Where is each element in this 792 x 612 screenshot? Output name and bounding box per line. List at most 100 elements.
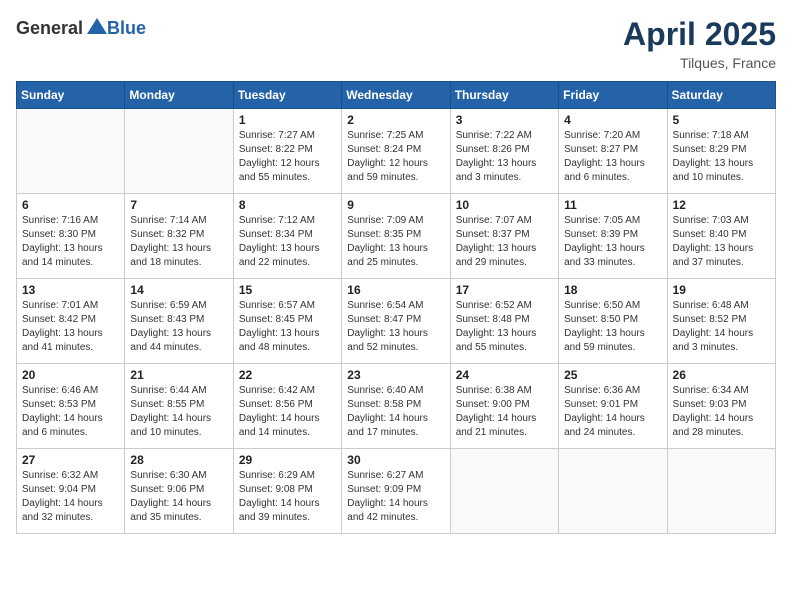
day-info: Sunrise: 6:48 AM Sunset: 8:52 PM Dayligh…: [673, 299, 770, 355]
day-info: Sunrise: 6:59 AM Sunset: 8:43 PM Dayligh…: [130, 299, 227, 355]
day-info: Sunrise: 6:54 AM Sunset: 8:47 PM Dayligh…: [347, 299, 444, 355]
day-info: Sunrise: 6:52 AM Sunset: 8:48 PM Dayligh…: [456, 299, 553, 355]
calendar-cell: 21 Sunrise: 6:44 AM Sunset: 8:55 PM Dayli…: [125, 364, 233, 449]
day-number: 4: [564, 113, 661, 127]
weekday-header-thursday: Thursday: [450, 82, 558, 109]
weekday-header-tuesday: Tuesday: [233, 82, 341, 109]
day-number: 10: [456, 198, 553, 212]
day-number: 7: [130, 198, 227, 212]
day-info: Sunrise: 6:36 AM Sunset: 9:01 PM Dayligh…: [564, 384, 661, 440]
weekday-header-wednesday: Wednesday: [342, 82, 450, 109]
day-info: Sunrise: 6:42 AM Sunset: 8:56 PM Dayligh…: [239, 384, 336, 440]
calendar-cell: 22 Sunrise: 6:42 AM Sunset: 8:56 PM Dayli…: [233, 364, 341, 449]
day-info: Sunrise: 6:27 AM Sunset: 9:09 PM Dayligh…: [347, 469, 444, 525]
calendar-cell: 18Sunrise: 6:50 AM Sunset: 8:50 PM Dayli…: [559, 279, 667, 364]
day-number: 14: [130, 283, 227, 297]
day-number: 1: [239, 113, 336, 127]
weekday-header-friday: Friday: [559, 82, 667, 109]
weekday-header-monday: Monday: [125, 82, 233, 109]
calendar-cell: 2 Sunrise: 7:25 AM Sunset: 8:24 PM Daylig…: [342, 109, 450, 194]
calendar-cell: 20 Sunrise: 6:46 AM Sunset: 8:53 PM Dayli…: [17, 364, 125, 449]
day-number: 29: [239, 453, 336, 467]
day-info: Sunrise: 7:01 AM Sunset: 8:42 PM Dayligh…: [22, 299, 119, 355]
calendar-cell: [125, 109, 233, 194]
day-info: Sunrise: 7:09 AM Sunset: 8:35 PM Dayligh…: [347, 214, 444, 270]
calendar-cell: 27 Sunrise: 6:32 AM Sunset: 9:04 PM Dayli…: [17, 449, 125, 534]
day-number: 23: [347, 368, 444, 382]
day-info: Sunrise: 7:14 AM Sunset: 8:32 PM Dayligh…: [130, 214, 227, 270]
calendar-cell: 29 Sunrise: 6:29 AM Sunset: 9:08 PM Dayli…: [233, 449, 341, 534]
day-info: Sunrise: 6:46 AM Sunset: 8:53 PM Dayligh…: [22, 384, 119, 440]
calendar-cell: 9 Sunrise: 7:09 AM Sunset: 8:35 PM Daylig…: [342, 194, 450, 279]
calendar-cell: 11 Sunrise: 7:05 AM Sunset: 8:39 PM Dayli…: [559, 194, 667, 279]
calendar-cell: 26Sunrise: 6:34 AM Sunset: 9:03 PM Dayli…: [667, 364, 775, 449]
location-title: Tilques, France: [623, 55, 776, 71]
day-number: 28: [130, 453, 227, 467]
day-info: Sunrise: 6:44 AM Sunset: 8:55 PM Dayligh…: [130, 384, 227, 440]
day-number: 8: [239, 198, 336, 212]
page-header: General Blue April 2025 Tilques, France: [16, 16, 776, 71]
calendar-cell: 30 Sunrise: 6:27 AM Sunset: 9:09 PM Dayli…: [342, 449, 450, 534]
calendar-cell: 3Sunrise: 7:22 AM Sunset: 8:26 PM Daylig…: [450, 109, 558, 194]
calendar-cell: 6 Sunrise: 7:16 AM Sunset: 8:30 PM Daylig…: [17, 194, 125, 279]
logo: General Blue: [16, 16, 146, 40]
day-info: Sunrise: 7:25 AM Sunset: 8:24 PM Dayligh…: [347, 129, 444, 185]
weekday-header-sunday: Sunday: [17, 82, 125, 109]
day-number: 25: [564, 368, 661, 382]
day-number: 11: [564, 198, 661, 212]
calendar-cell: 10 Sunrise: 7:07 AM Sunset: 8:37 PM Dayli…: [450, 194, 558, 279]
day-info: Sunrise: 6:32 AM Sunset: 9:04 PM Dayligh…: [22, 469, 119, 525]
calendar-cell: 14 Sunrise: 6:59 AM Sunset: 8:43 PM Dayli…: [125, 279, 233, 364]
day-number: 26: [673, 368, 770, 382]
day-number: 20: [22, 368, 119, 382]
calendar-cell: 7 Sunrise: 7:14 AM Sunset: 8:32 PM Daylig…: [125, 194, 233, 279]
day-number: 5: [673, 113, 770, 127]
day-info: Sunrise: 6:30 AM Sunset: 9:06 PM Dayligh…: [130, 469, 227, 525]
calendar-cell: 4 Sunrise: 7:20 AM Sunset: 8:27 PM Daylig…: [559, 109, 667, 194]
day-number: 6: [22, 198, 119, 212]
calendar-cell: 16 Sunrise: 6:54 AM Sunset: 8:47 PM Dayli…: [342, 279, 450, 364]
day-info: Sunrise: 7:07 AM Sunset: 8:37 PM Dayligh…: [456, 214, 553, 270]
calendar-cell: 19Sunrise: 6:48 AM Sunset: 8:52 PM Dayli…: [667, 279, 775, 364]
day-number: 22: [239, 368, 336, 382]
day-number: 13: [22, 283, 119, 297]
day-number: 24: [456, 368, 553, 382]
calendar-cell: 1Sunrise: 7:27 AM Sunset: 8:22 PM Daylig…: [233, 109, 341, 194]
calendar-cell: 24 Sunrise: 6:38 AM Sunset: 9:00 PM Dayli…: [450, 364, 558, 449]
logo-icon: [85, 16, 109, 40]
day-number: 27: [22, 453, 119, 467]
day-number: 9: [347, 198, 444, 212]
day-number: 16: [347, 283, 444, 297]
calendar-cell: 15Sunrise: 6:57 AM Sunset: 8:45 PM Dayli…: [233, 279, 341, 364]
title-area: April 2025 Tilques, France: [623, 16, 776, 71]
calendar-cell: 28 Sunrise: 6:30 AM Sunset: 9:06 PM Dayli…: [125, 449, 233, 534]
calendar-cell: [667, 449, 775, 534]
day-number: 17: [456, 283, 553, 297]
calendar-cell: 23 Sunrise: 6:40 AM Sunset: 8:58 PM Dayli…: [342, 364, 450, 449]
day-number: 30: [347, 453, 444, 467]
day-info: Sunrise: 7:20 AM Sunset: 8:27 PM Dayligh…: [564, 129, 661, 185]
calendar-table: SundayMondayTuesdayWednesdayThursdayFrid…: [16, 81, 776, 534]
day-info: Sunrise: 7:12 AM Sunset: 8:34 PM Dayligh…: [239, 214, 336, 270]
day-info: Sunrise: 6:40 AM Sunset: 8:58 PM Dayligh…: [347, 384, 444, 440]
calendar-cell: [450, 449, 558, 534]
calendar-cell: 17 Sunrise: 6:52 AM Sunset: 8:48 PM Dayli…: [450, 279, 558, 364]
day-number: 3: [456, 113, 553, 127]
month-title: April 2025: [623, 16, 776, 53]
calendar-cell: 12Sunrise: 7:03 AM Sunset: 8:40 PM Dayli…: [667, 194, 775, 279]
calendar-cell: 5Sunrise: 7:18 AM Sunset: 8:29 PM Daylig…: [667, 109, 775, 194]
day-info: Sunrise: 6:57 AM Sunset: 8:45 PM Dayligh…: [239, 299, 336, 355]
day-number: 21: [130, 368, 227, 382]
calendar-cell: 25 Sunrise: 6:36 AM Sunset: 9:01 PM Dayli…: [559, 364, 667, 449]
day-info: Sunrise: 7:16 AM Sunset: 8:30 PM Dayligh…: [22, 214, 119, 270]
calendar-cell: 13 Sunrise: 7:01 AM Sunset: 8:42 PM Dayli…: [17, 279, 125, 364]
day-number: 2: [347, 113, 444, 127]
day-info: Sunrise: 6:50 AM Sunset: 8:50 PM Dayligh…: [564, 299, 661, 355]
day-info: Sunrise: 6:38 AM Sunset: 9:00 PM Dayligh…: [456, 384, 553, 440]
logo-blue: Blue: [107, 18, 146, 39]
calendar-cell: 8 Sunrise: 7:12 AM Sunset: 8:34 PM Daylig…: [233, 194, 341, 279]
calendar-cell: [559, 449, 667, 534]
day-info: Sunrise: 7:03 AM Sunset: 8:40 PM Dayligh…: [673, 214, 770, 270]
day-info: Sunrise: 6:29 AM Sunset: 9:08 PM Dayligh…: [239, 469, 336, 525]
day-info: Sunrise: 7:05 AM Sunset: 8:39 PM Dayligh…: [564, 214, 661, 270]
